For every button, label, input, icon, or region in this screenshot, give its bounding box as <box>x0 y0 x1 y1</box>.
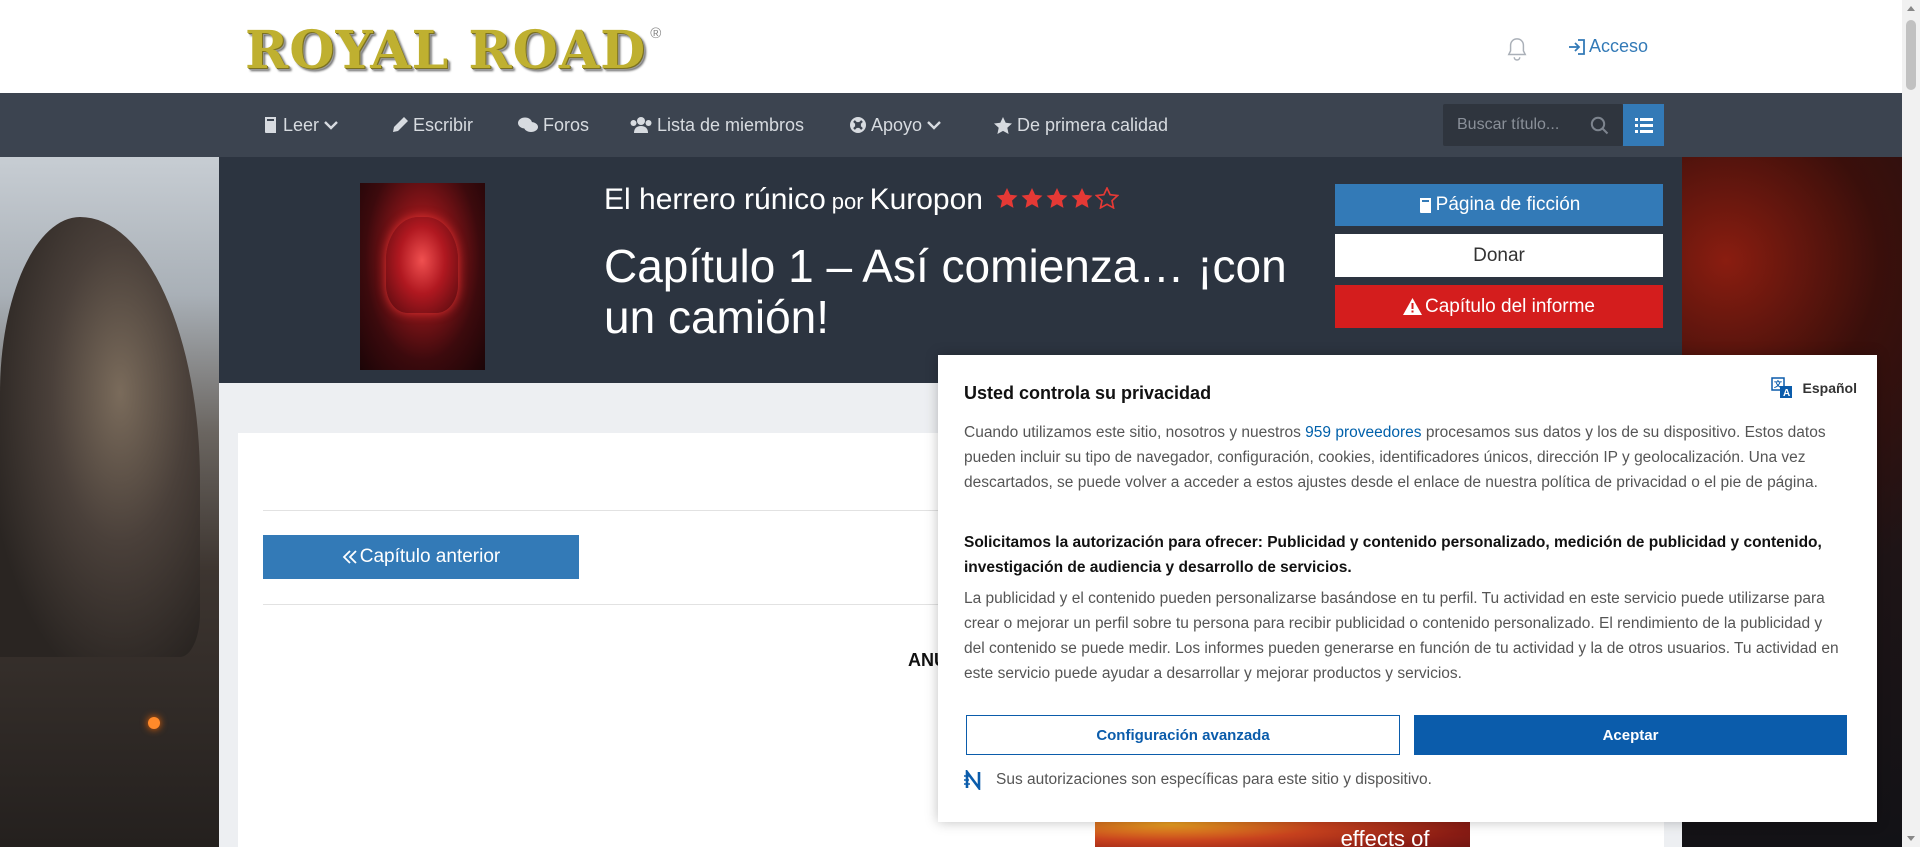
registered-mark: ® <box>650 25 662 42</box>
accept-button[interactable]: Aceptar <box>1414 715 1847 755</box>
fiction-cover-image[interactable] <box>360 183 485 370</box>
nav-premium-label: De primera calidad <box>1017 114 1169 135</box>
advanced-settings-label: Configuración avanzada <box>1096 726 1270 744</box>
login-label: Acceso <box>1589 36 1649 56</box>
consent-brand-icon <box>964 770 981 790</box>
double-chevron-left-icon <box>342 550 357 564</box>
ember-glow <box>148 717 160 729</box>
nav-support-label: Apoyo <box>871 114 923 135</box>
star-filled-icon <box>996 188 1018 208</box>
search-icon[interactable] <box>1590 116 1609 135</box>
scrollbar-thumb[interactable] <box>1906 20 1916 90</box>
consent-footer-text: Sus autorizaciones son específicas para … <box>996 771 1432 788</box>
comments-icon <box>518 117 538 132</box>
language-label: Español <box>1802 380 1857 396</box>
fiction-page-button[interactable]: Página de ficción <box>1335 184 1663 226</box>
nav-members-label: Lista de miembros <box>657 114 805 135</box>
chapter-title: Capítulo 1 – Así comienza… ¡con un camió… <box>604 240 1287 343</box>
nav-forums[interactable]: Foros <box>517 93 589 157</box>
vendors-link[interactable]: 959 proveedores <box>1305 424 1421 441</box>
previous-chapter-label: Capítulo anterior <box>359 546 501 567</box>
divider <box>263 510 963 511</box>
translate-icon: A文 <box>1770 377 1792 399</box>
donate-button[interactable]: Donar <box>1335 234 1663 277</box>
nav-members[interactable]: Lista de miembros <box>629 93 804 157</box>
logo-text: ROYAL ROAD <box>245 19 647 81</box>
scroll-up-arrow-icon[interactable] <box>1907 6 1915 11</box>
rating-stars <box>995 187 1119 209</box>
users-icon <box>630 117 652 133</box>
fiction-page-label: Página de ficción <box>1435 194 1581 215</box>
star-icon <box>994 116 1012 134</box>
consent-description: La publicidad y el contenido pueden pers… <box>964 590 1839 682</box>
language-selector[interactable]: A文 Español <box>1770 377 1857 399</box>
by-label: por <box>831 189 864 214</box>
fiction-title[interactable]: El herrero rúnico <box>604 183 826 217</box>
consent-purposes: Solicitamos la autorización para ofrecer… <box>964 534 1822 576</box>
star-filled-icon <box>1046 188 1068 208</box>
consent-intro-text: Cuando utilizamos este sitio, nosotros y… <box>964 424 1306 441</box>
background-art-left <box>0 157 219 847</box>
fiction-title-line: El herrero rúnico por Kuropon <box>604 183 1119 217</box>
support-icon <box>850 117 866 133</box>
pencil-icon <box>393 117 408 132</box>
sign-in-icon <box>1569 38 1585 55</box>
chevron-down-icon <box>927 121 941 130</box>
star-filled-icon <box>1071 188 1093 208</box>
bell-icon[interactable] <box>1506 36 1528 62</box>
scroll-down-arrow-icon[interactable] <box>1907 836 1915 841</box>
report-label: Capítulo del informe <box>1424 295 1596 317</box>
svg-text:A: A <box>1783 388 1790 399</box>
nav-support[interactable]: Apoyo <box>849 93 942 157</box>
consent-title: Usted controla su privacidad <box>964 383 1212 403</box>
fiction-author[interactable]: Kuropon <box>870 183 983 217</box>
previous-chapter-button[interactable]: Capítulo anterior <box>263 535 579 579</box>
advanced-settings-button[interactable]: Configuración avanzada <box>966 715 1400 755</box>
warning-icon <box>1402 298 1422 315</box>
search-input[interactable] <box>1457 104 1587 146</box>
cliff-art <box>0 217 200 657</box>
login-link[interactable]: Acceso <box>1567 36 1648 57</box>
donate-label: Donar <box>1473 244 1525 266</box>
star-empty-icon <box>1095 187 1119 209</box>
advanced-search-button[interactable] <box>1623 104 1664 146</box>
accept-label: Aceptar <box>1602 726 1659 744</box>
top-header: ROYAL ROAD ® Acceso <box>0 0 1902 93</box>
page-scrollbar[interactable] <box>1902 0 1920 847</box>
consent-footer: Sus autorizaciones son específicas para … <box>964 770 1432 790</box>
report-chapter-button[interactable]: Capítulo del informe <box>1335 285 1663 328</box>
book-icon <box>1419 197 1431 213</box>
nav-read-label: Leer <box>283 114 320 135</box>
search-box <box>1443 104 1623 146</box>
book-icon <box>265 117 276 133</box>
divider <box>263 604 963 605</box>
nav-write[interactable]: Escribir <box>391 93 473 157</box>
svg-text:文: 文 <box>1774 379 1783 389</box>
nav-write-label: Escribir <box>413 114 474 135</box>
nav-read[interactable]: Leer <box>263 93 339 157</box>
nav-forums-label: Foros <box>543 114 590 135</box>
nav-premium[interactable]: De primera calidad <box>993 93 1168 157</box>
list-icon <box>1634 117 1653 133</box>
privacy-consent-dialog: Usted controla su privacidad A文 Español … <box>938 355 1877 822</box>
chevron-down-icon <box>324 121 338 130</box>
site-logo[interactable]: ROYAL ROAD ® <box>245 17 661 83</box>
consent-intro: Cuando utilizamos este sitio, nosotros y… <box>964 420 1844 495</box>
star-filled-icon <box>1021 188 1043 208</box>
cover-helmet-art <box>386 217 458 313</box>
